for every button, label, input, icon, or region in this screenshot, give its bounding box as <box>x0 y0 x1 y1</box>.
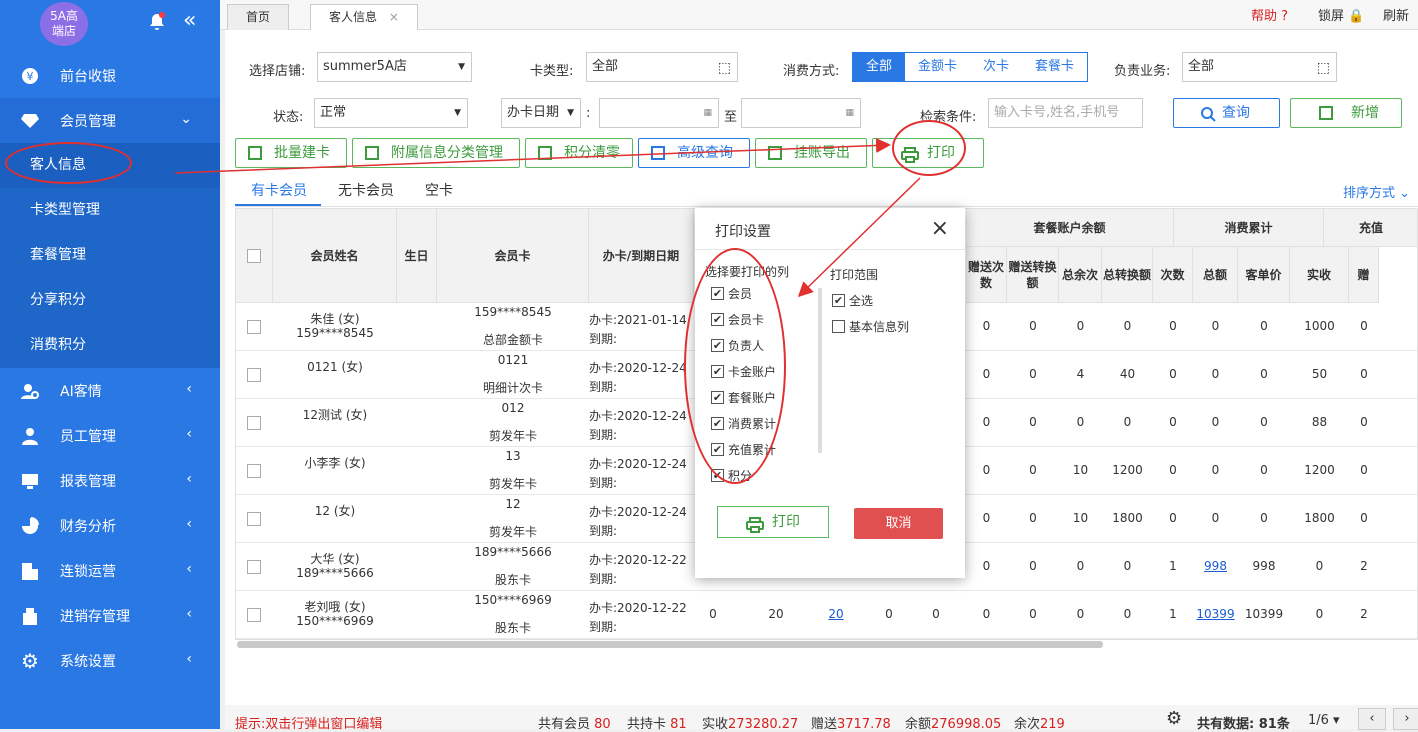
page-value: 1/6 <box>1308 713 1329 728</box>
stat-value: 3717.78 <box>837 717 891 732</box>
prev-page-button[interactable]: ‹ <box>1358 708 1386 730</box>
gear-icon[interactable]: ⚙ <box>1166 710 1182 728</box>
page-select[interactable]: 1/6 ▾ <box>1308 713 1340 728</box>
next-page-button[interactable]: › <box>1393 708 1418 730</box>
total-count: 共有数据: 81条 <box>1197 717 1290 732</box>
stat-value: 80 <box>594 717 611 732</box>
stat-label: 共持卡 <box>627 717 667 732</box>
stat-label: 实收 <box>702 717 729 732</box>
footer-times: 余次219 <box>1014 713 1065 732</box>
stat-value: 219 <box>1040 717 1065 732</box>
annotation-arrows <box>174 137 921 298</box>
footer-paid: 实收273280.27 <box>702 713 798 732</box>
footer-tip: 提示:双击行弹出窗口编辑 <box>235 717 383 732</box>
stat-label: 赠送 <box>811 717 838 732</box>
stat-label: 共有会员 <box>538 717 591 732</box>
footer-balance: 余额276998.05 <box>905 713 1001 732</box>
status-bar: 提示:双击行弹出窗口编辑 共有会员 80 共持卡 81 实收273280.27 … <box>225 705 1418 732</box>
stat-value: 276998.05 <box>931 717 1002 732</box>
footer-members: 共有会员 80 <box>538 713 611 732</box>
stat-value: 273280.27 <box>728 717 799 732</box>
footer-cards: 共持卡 81 <box>627 713 687 732</box>
stat-label: 余额 <box>905 717 932 732</box>
stat-label: 余次 <box>1014 717 1041 732</box>
footer-gift: 赠送3717.78 <box>811 713 891 732</box>
stat-value: 81 <box>670 717 687 732</box>
